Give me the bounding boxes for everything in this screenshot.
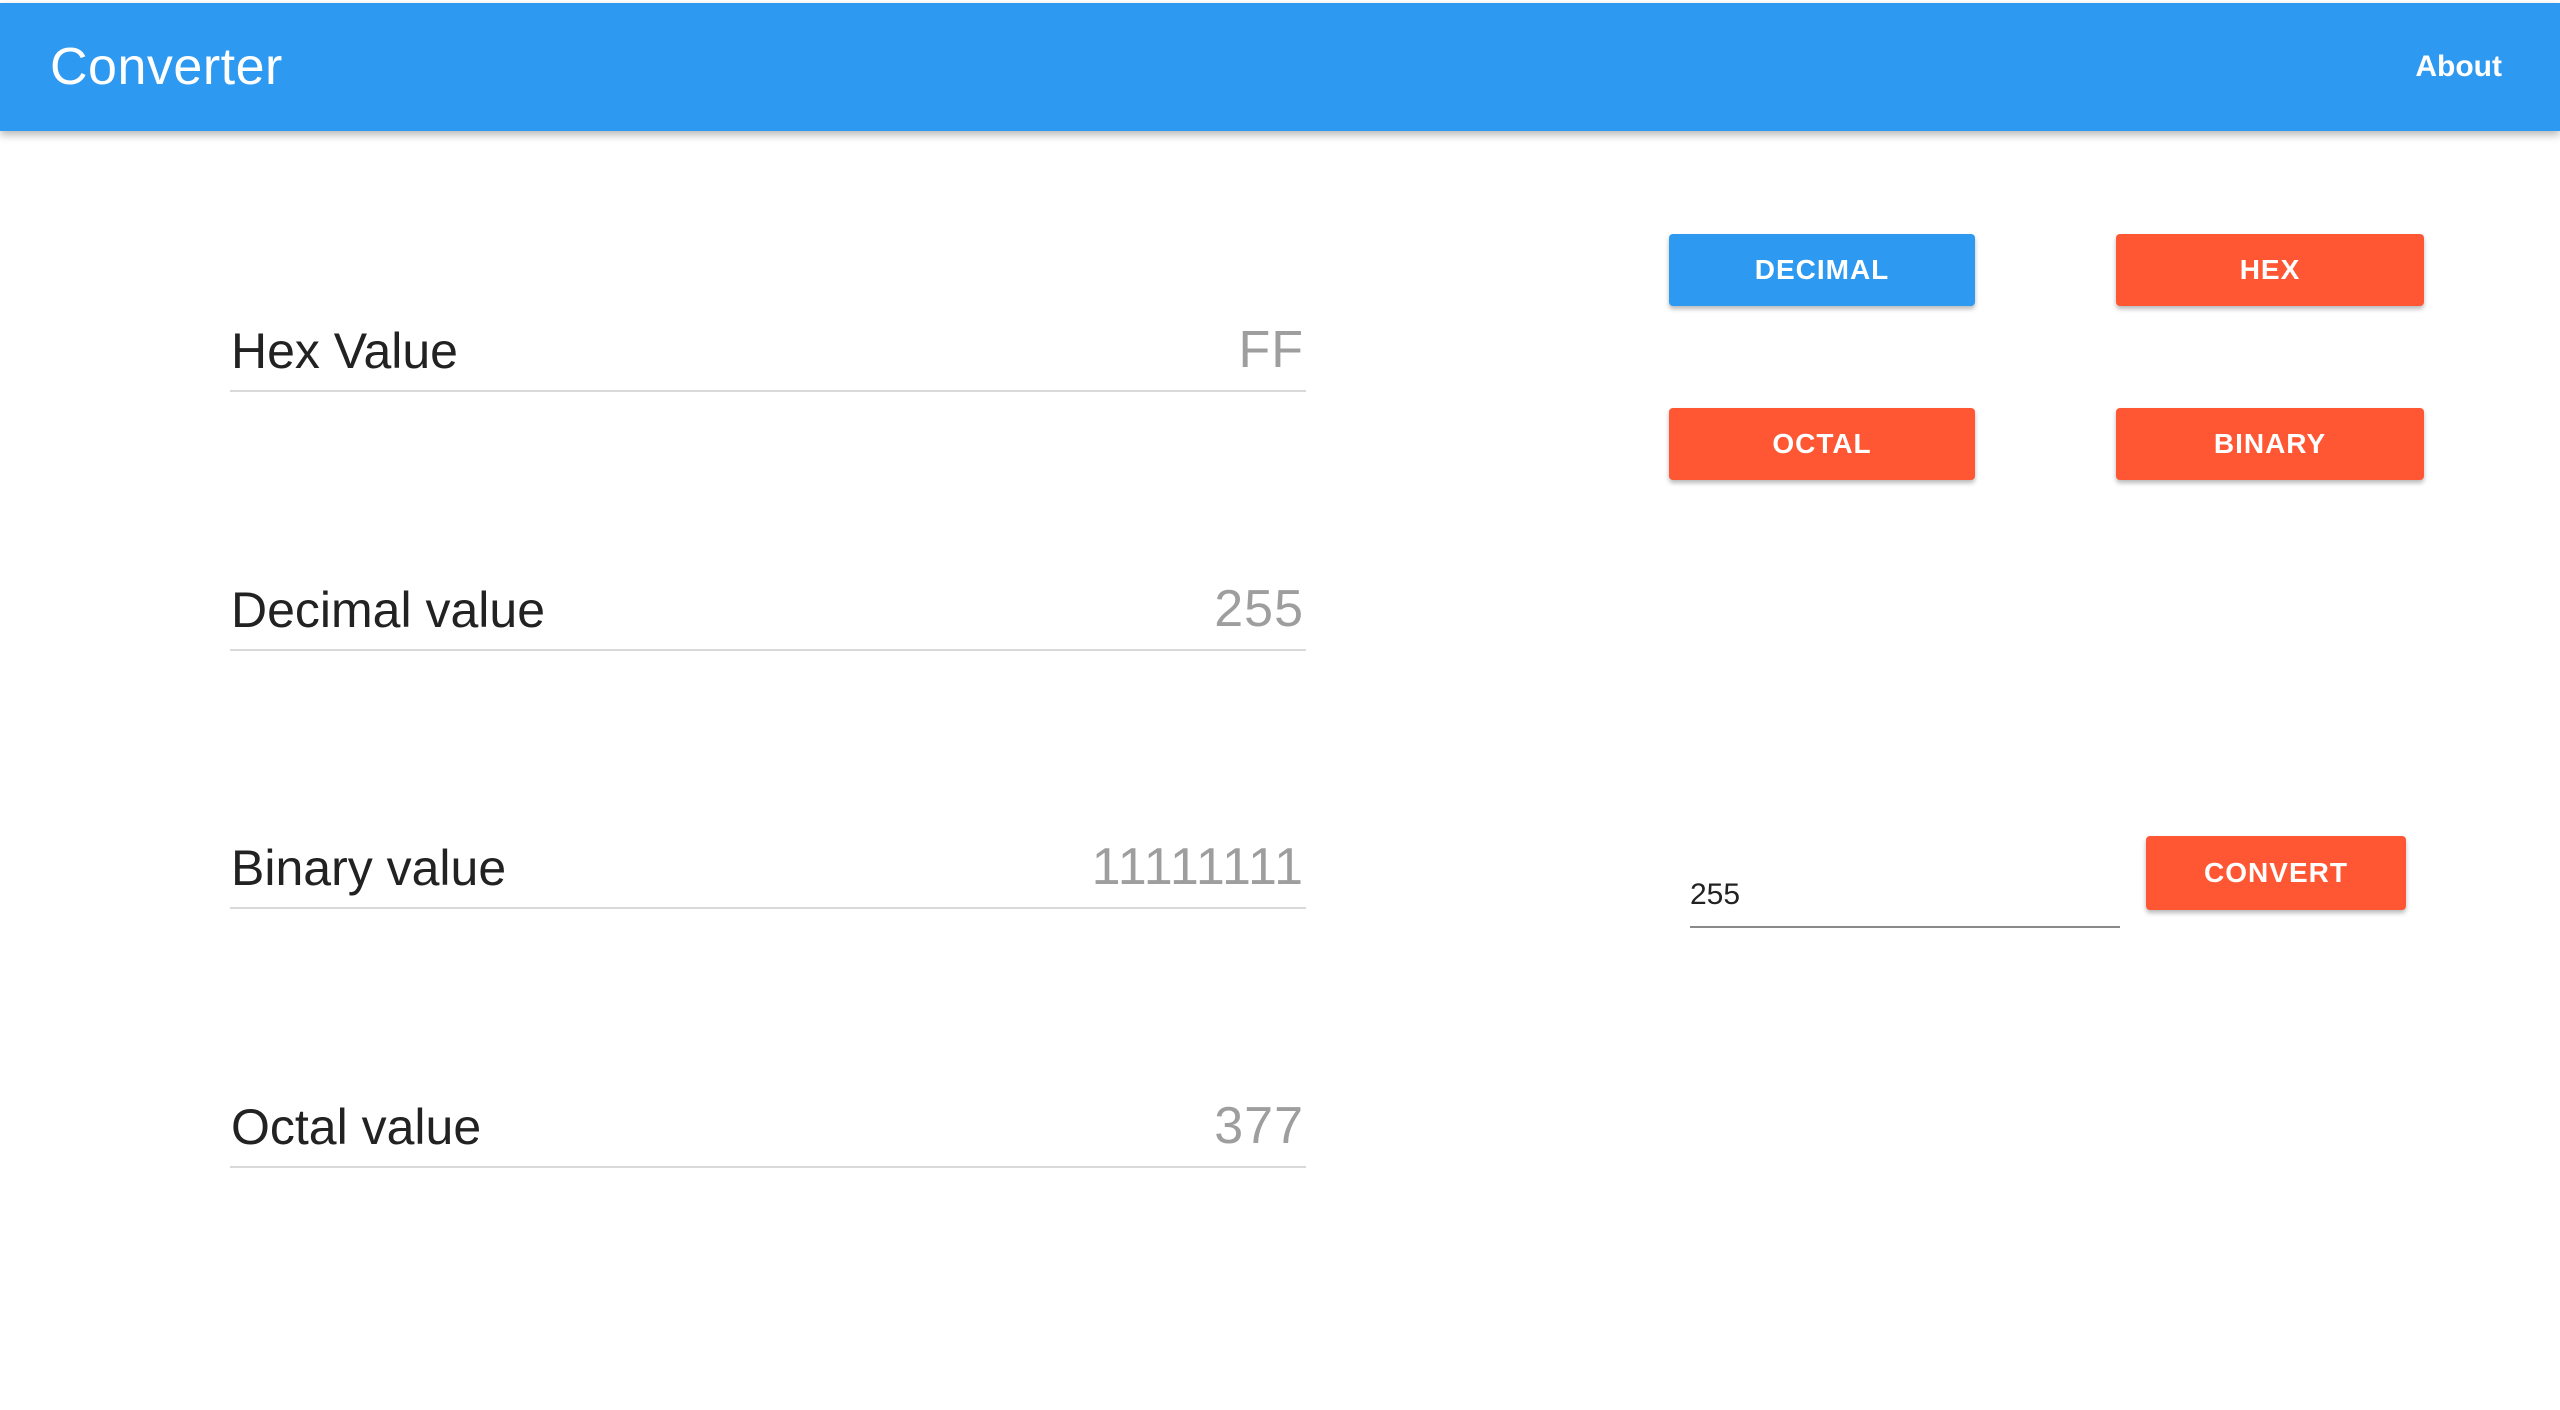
octal-value-label: Octal value bbox=[231, 1099, 482, 1155]
decimal-value-label: Decimal value bbox=[231, 582, 546, 638]
decimal-mode-button[interactable]: DECIMAL bbox=[1669, 234, 1975, 306]
number-input-wrapper bbox=[1690, 840, 2120, 928]
convert-button[interactable]: CONVERT bbox=[2146, 836, 2406, 910]
binary-mode-button[interactable]: BINARY bbox=[2116, 408, 2424, 480]
decimal-value-row: Decimal value 255 bbox=[230, 569, 1306, 651]
hex-value-label: Hex Value bbox=[231, 323, 458, 379]
hex-mode-button[interactable]: HEX bbox=[2116, 234, 2424, 306]
hex-value-output: FF bbox=[1238, 321, 1304, 379]
number-input[interactable] bbox=[1690, 878, 2110, 912]
octal-value-output: 377 bbox=[1214, 1097, 1304, 1155]
binary-value-label: Binary value bbox=[231, 840, 507, 896]
app-title: Converter bbox=[50, 38, 283, 96]
octal-mode-button[interactable]: OCTAL bbox=[1669, 408, 1975, 480]
converter-page: Converter About Hex Value FF Decimal val… bbox=[0, 0, 2560, 1410]
decimal-value-output: 255 bbox=[1214, 580, 1304, 638]
about-link[interactable]: About bbox=[2415, 3, 2502, 131]
hex-value-row: Hex Value FF bbox=[230, 310, 1306, 392]
app-bar: Converter About bbox=[0, 3, 2560, 131]
octal-value-row: Octal value 377 bbox=[230, 1086, 1306, 1168]
binary-value-row: Binary value 11111111 bbox=[230, 827, 1306, 909]
binary-value-output: 11111111 bbox=[1091, 838, 1304, 896]
